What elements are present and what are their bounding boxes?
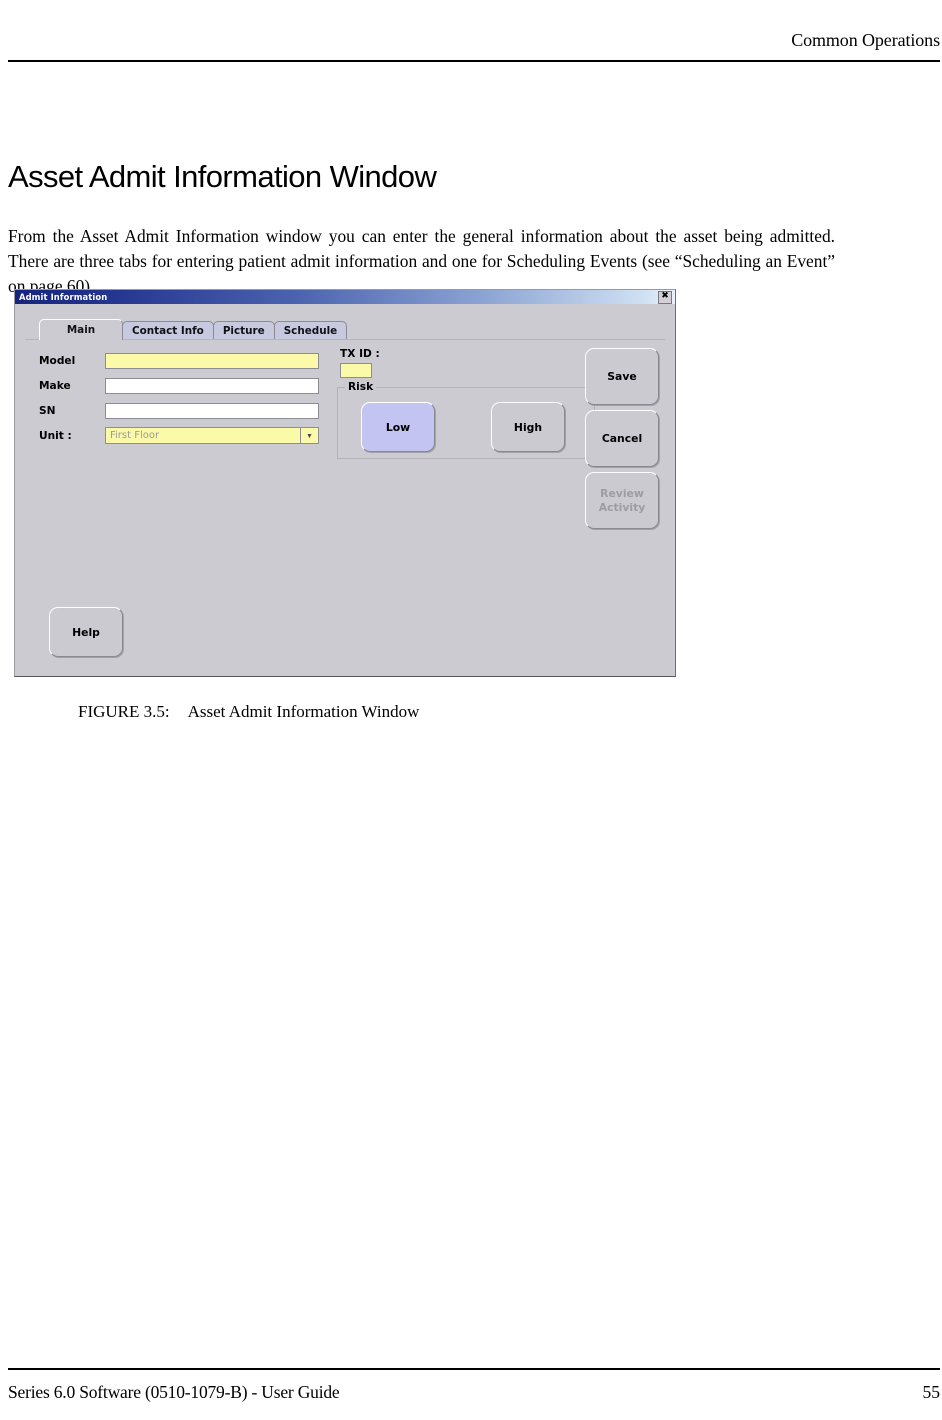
risk-groupbox: Risk Low High bbox=[337, 381, 595, 459]
page-footer: Series 6.0 Software (0510-1079-B) - User… bbox=[8, 1382, 940, 1406]
review-activity-button-label: Review Activity bbox=[599, 487, 646, 515]
dialog-titlebar: Admit Information ✖ bbox=[15, 290, 675, 304]
tab-main[interactable]: Main bbox=[39, 319, 123, 340]
save-button[interactable]: Save bbox=[585, 348, 659, 405]
tab-schedule-label: Schedule bbox=[283, 325, 338, 337]
tx-id-input[interactable] bbox=[340, 363, 372, 378]
figure-caption: FIGURE 3.5: Asset Admit Information Windo… bbox=[78, 702, 419, 722]
tab-main-label: Main bbox=[66, 324, 96, 336]
asset-details-form: Model Make SN Unit : First Floor ▼ bbox=[39, 350, 319, 450]
model-input[interactable] bbox=[105, 352, 319, 369]
tx-id-label: TX ID : bbox=[340, 348, 380, 360]
figure-number: FIGURE 3.5: bbox=[78, 702, 170, 721]
dialog-client-area: Main Contact Info Picture Schedule Model bbox=[15, 304, 675, 676]
running-header-text: Common Operations bbox=[791, 30, 940, 50]
admit-information-dialog: Admit Information ✖ Main Contact Info Pi… bbox=[14, 289, 676, 677]
close-icon[interactable]: ✖ bbox=[658, 291, 672, 304]
sn-label: SN bbox=[39, 404, 56, 417]
form-row-sn: SN bbox=[39, 400, 319, 421]
header-divider-rule bbox=[8, 60, 940, 62]
dialog-title: Admit Information bbox=[19, 292, 108, 302]
save-button-label: Save bbox=[607, 369, 637, 383]
page-title: Asset Admit Information Window bbox=[8, 158, 437, 194]
unit-dropdown[interactable]: First Floor ▼ bbox=[105, 427, 319, 444]
tab-schedule[interactable]: Schedule bbox=[273, 321, 348, 340]
footer-document-title: Series 6.0 Software (0510-1079-B) - User… bbox=[8, 1382, 340, 1402]
footer-page-number: 55 bbox=[922, 1382, 941, 1402]
page-running-header: Common Operations bbox=[8, 30, 940, 60]
tabstrip: Main Contact Info Picture Schedule bbox=[39, 319, 348, 340]
footer-divider-rule bbox=[8, 1368, 940, 1370]
help-button[interactable]: Help bbox=[49, 607, 123, 657]
review-activity-line1: Review bbox=[600, 486, 644, 500]
risk-low-button[interactable]: Low bbox=[361, 402, 435, 452]
sn-input[interactable] bbox=[105, 402, 319, 419]
unit-dropdown-value: First Floor bbox=[110, 430, 160, 441]
risk-group-label: Risk bbox=[345, 381, 377, 393]
tab-page-main: Model Make SN Unit : First Floor ▼ TX ID… bbox=[25, 339, 665, 668]
help-button-label: Help bbox=[72, 625, 100, 639]
risk-high-button[interactable]: High bbox=[491, 402, 565, 452]
risk-high-label: High bbox=[513, 420, 543, 434]
make-input[interactable] bbox=[105, 377, 319, 394]
transaction-and-risk-panel: TX ID : Risk Low High bbox=[337, 348, 595, 459]
figure-caption-text: Asset Admit Information Window bbox=[187, 702, 420, 721]
cancel-button-label: Cancel bbox=[601, 431, 643, 445]
make-label: Make bbox=[39, 379, 71, 392]
form-row-make: Make bbox=[39, 375, 319, 396]
tab-picture-label: Picture bbox=[222, 325, 265, 337]
tab-picture[interactable]: Picture bbox=[212, 321, 275, 340]
chevron-down-icon[interactable]: ▼ bbox=[300, 428, 318, 443]
review-activity-line2: Activity bbox=[598, 500, 646, 514]
form-row-model: Model bbox=[39, 350, 319, 371]
form-row-unit: Unit : First Floor ▼ bbox=[39, 425, 319, 446]
cancel-button[interactable]: Cancel bbox=[585, 410, 659, 467]
model-label: Model bbox=[39, 354, 76, 367]
dialog-action-buttons: Save Cancel Review Activity bbox=[585, 348, 659, 534]
tab-contact-info-label: Contact Info bbox=[132, 325, 204, 337]
unit-label: Unit : bbox=[39, 429, 72, 442]
review-activity-button: Review Activity bbox=[585, 472, 659, 529]
risk-low-label: Low bbox=[385, 420, 411, 434]
tab-contact-info[interactable]: Contact Info bbox=[122, 321, 214, 340]
